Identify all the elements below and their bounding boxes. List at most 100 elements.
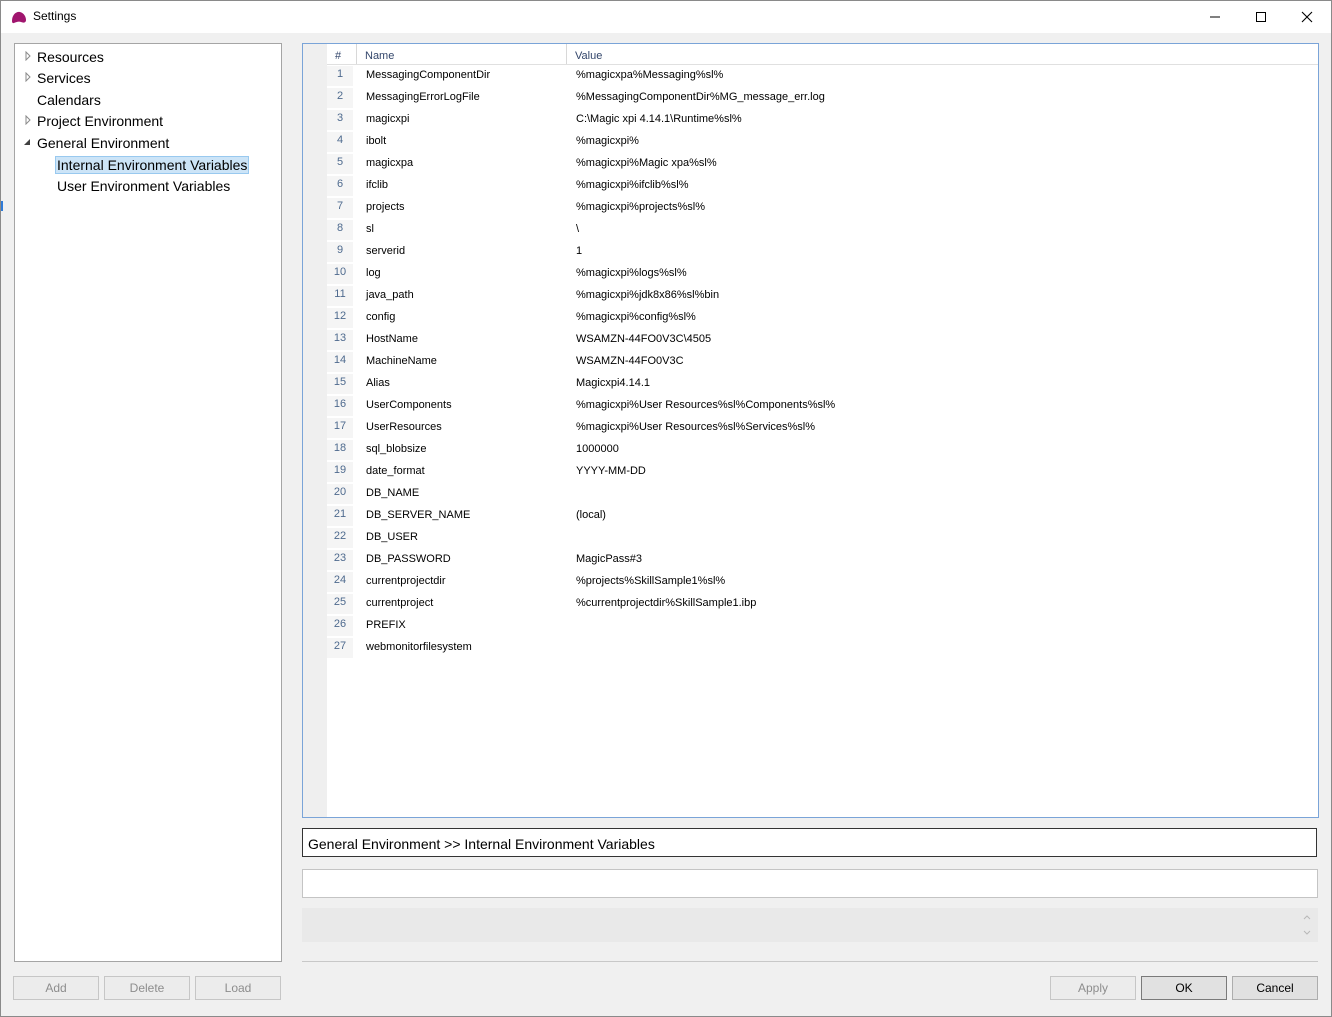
variable-value-cell[interactable]: 1000000 (576, 443, 619, 455)
table-row[interactable]: 10 log %magicxpi%logs%sl% (327, 263, 1318, 285)
variable-name-cell[interactable]: java_path (366, 289, 414, 301)
variable-name-cell[interactable]: serverid (366, 245, 405, 257)
variable-value-cell[interactable]: 1 (576, 245, 582, 257)
table-row[interactable]: 11 java_path %magicxpi%jdk8x86%sl%bin (327, 285, 1318, 307)
variable-name-cell[interactable]: MachineName (366, 355, 437, 367)
variable-value-cell[interactable]: (local) (576, 509, 606, 521)
table-row[interactable]: 14 MachineName WSAMZN-44FO0V3C (327, 351, 1318, 373)
apply-button[interactable]: Apply (1050, 976, 1136, 1000)
variable-name-cell[interactable]: date_format (366, 465, 425, 477)
settings-tree[interactable]: Resources Services Calendars Project Env… (14, 43, 282, 962)
variable-value-cell[interactable]: %currentprojectdir%SkillSample1.ibp (576, 597, 756, 609)
tree-item-general-environment[interactable]: General Environment (24, 133, 169, 153)
cancel-button[interactable]: Cancel (1232, 976, 1318, 1000)
column-header-value[interactable]: Value (575, 44, 602, 64)
variable-name-cell[interactable]: ibolt (366, 135, 386, 147)
variable-name-cell[interactable]: magicxpi (366, 113, 409, 125)
table-row[interactable]: 5 magicxpa %magicxpi%Magic xpa%sl% (327, 153, 1318, 175)
variable-name-cell[interactable]: DB_USER (366, 531, 418, 543)
variable-name-cell[interactable]: log (366, 267, 381, 279)
variable-name-cell[interactable]: UserResources (366, 421, 442, 433)
variable-value-cell[interactable]: %magicxpi%User Resources%sl%Components%s… (576, 399, 835, 411)
variable-value-cell[interactable]: %magicxpi% (576, 135, 639, 147)
table-row[interactable]: 4 ibolt %magicxpi% (327, 131, 1318, 153)
minimize-button[interactable] (1192, 1, 1238, 33)
column-header-name[interactable]: Name (365, 44, 394, 64)
title-bar[interactable]: Settings (1, 1, 1331, 33)
variable-value-cell[interactable]: %magicxpi%ifclib%sl% (576, 179, 688, 191)
expand-arrow-icon[interactable] (23, 72, 33, 82)
tree-item-user-environment-variables[interactable]: User Environment Variables (57, 176, 230, 196)
column-separator[interactable] (356, 44, 357, 64)
variable-name-cell[interactable]: sl (366, 223, 374, 235)
variable-name-cell[interactable]: magicxpa (366, 157, 413, 169)
variable-value-cell[interactable]: MagicPass#3 (576, 553, 642, 565)
add-button[interactable]: Add (13, 976, 99, 1000)
expand-arrow-icon[interactable] (23, 115, 33, 125)
column-separator[interactable] (566, 44, 567, 64)
variable-name-cell[interactable]: currentprojectdir (366, 575, 445, 587)
variable-name-cell[interactable]: currentproject (366, 597, 433, 609)
expand-arrow-icon[interactable] (23, 51, 33, 61)
variable-value-cell[interactable]: %magicxpa%Messaging%sl% (576, 69, 723, 81)
variable-value-cell[interactable]: Magicxpi4.14.1 (576, 377, 650, 389)
tree-item-project-environment[interactable]: Project Environment (25, 111, 163, 131)
close-button[interactable] (1284, 1, 1330, 33)
variable-value-cell[interactable]: %magicxpi%User Resources%sl%Services%sl% (576, 421, 815, 433)
table-row[interactable]: 24 currentprojectdir %projects%SkillSample… (327, 571, 1318, 593)
variable-name-cell[interactable]: MessagingErrorLogFile (366, 91, 480, 103)
table-row[interactable]: 17 UserResources %magicxpi%User Resources%… (327, 417, 1318, 439)
environment-variables-grid[interactable]: # Name Value 1 MessagingComponentDir %magi… (302, 43, 1319, 818)
table-row[interactable]: 20 DB_NAME (327, 483, 1318, 505)
load-button[interactable]: Load (195, 976, 281, 1000)
table-row[interactable]: 21 DB_SERVER_NAME (local) (327, 505, 1318, 527)
table-row[interactable]: 26 PREFIX (327, 615, 1318, 637)
variable-name-cell[interactable]: HostName (366, 333, 418, 345)
value-input[interactable] (302, 869, 1318, 898)
table-row[interactable]: 8 sl \ (327, 219, 1318, 241)
table-row[interactable]: 27 webmonitorfilesystem (327, 637, 1318, 659)
variable-name-cell[interactable]: projects (366, 201, 405, 213)
variable-value-cell[interactable]: %magicxpi%projects%sl% (576, 201, 705, 213)
variable-value-cell[interactable]: %MessagingComponentDir%MG_message_err.lo… (576, 91, 825, 103)
variable-name-cell[interactable]: config (366, 311, 395, 323)
variable-name-cell[interactable]: DB_SERVER_NAME (366, 509, 470, 521)
variable-value-cell[interactable]: %magicxpi%jdk8x86%sl%bin (576, 289, 719, 301)
variable-value-cell[interactable]: %magicxpi%logs%sl% (576, 267, 687, 279)
table-row[interactable]: 13 HostName WSAMZN-44FO0V3C\4505 (327, 329, 1318, 351)
variable-value-cell[interactable]: WSAMZN-44FO0V3C\4505 (576, 333, 711, 345)
tree-item-internal-environment-variables[interactable]: Internal Environment Variables (55, 155, 250, 175)
variable-name-cell[interactable]: sql_blobsize (366, 443, 427, 455)
variable-name-cell[interactable]: DB_PASSWORD (366, 553, 451, 565)
table-row[interactable]: 15 Alias Magicxpi4.14.1 (327, 373, 1318, 395)
variable-name-cell[interactable]: ifclib (366, 179, 388, 191)
table-row[interactable]: 9 serverid 1 (327, 241, 1318, 263)
table-row[interactable]: 3 magicxpi C:\Magic xpi 4.14.1\Runtime%sl% (327, 109, 1318, 131)
table-row[interactable]: 6 ifclib %magicxpi%ifclib%sl% (327, 175, 1318, 197)
variable-value-cell[interactable]: WSAMZN-44FO0V3C (576, 355, 684, 367)
variable-name-cell[interactable]: PREFIX (366, 619, 406, 631)
table-row[interactable]: 22 DB_USER (327, 527, 1318, 549)
variable-value-cell[interactable]: C:\Magic xpi 4.14.1\Runtime%sl% (576, 113, 742, 125)
table-row[interactable]: 25 currentproject %currentprojectdir%Skill… (327, 593, 1318, 615)
table-row[interactable]: 1 MessagingComponentDir %magicxpa%Messagin… (327, 65, 1318, 87)
table-row[interactable]: 2 MessagingErrorLogFile %MessagingComponen… (327, 87, 1318, 109)
table-row[interactable]: 16 UserComponents %magicxpi%User Resources… (327, 395, 1318, 417)
variable-name-cell[interactable]: webmonitorfilesystem (366, 641, 472, 653)
tree-item-resources[interactable]: Resources (25, 47, 104, 67)
table-row[interactable]: 7 projects %magicxpi%projects%sl% (327, 197, 1318, 219)
tree-item-services[interactable]: Services (25, 68, 91, 88)
variable-value-cell[interactable]: YYYY-MM-DD (576, 465, 646, 477)
variable-value-cell[interactable]: %magicxpi%Magic xpa%sl% (576, 157, 717, 169)
tree-item-calendars[interactable]: Calendars (37, 90, 101, 110)
column-header-number[interactable]: # (335, 44, 341, 64)
variable-name-cell[interactable]: MessagingComponentDir (366, 69, 490, 81)
collapse-arrow-icon[interactable] (22, 137, 32, 147)
variable-value-cell[interactable]: %magicxpi%config%sl% (576, 311, 696, 323)
variable-value-cell[interactable]: %projects%SkillSample1%sl% (576, 575, 725, 587)
scroll-up-icon[interactable] (1302, 912, 1312, 922)
table-row[interactable]: 23 DB_PASSWORD MagicPass#3 (327, 549, 1318, 571)
table-row[interactable]: 18 sql_blobsize 1000000 (327, 439, 1318, 461)
maximize-button[interactable] (1238, 1, 1284, 33)
table-row[interactable]: 12 config %magicxpi%config%sl% (327, 307, 1318, 329)
